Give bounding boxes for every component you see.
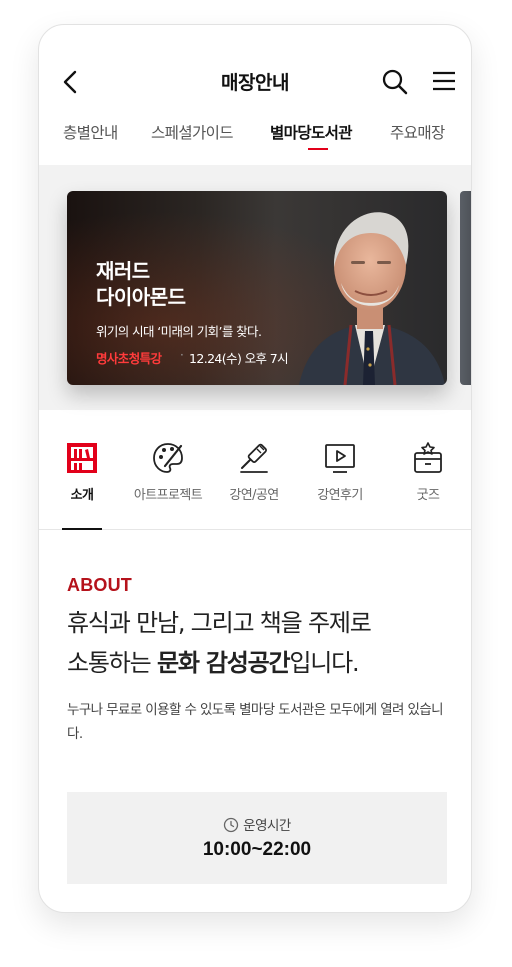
video-play-icon xyxy=(325,444,355,473)
banner-name-line2: 다이아몬드 xyxy=(96,285,186,309)
tab-starfield-library[interactable]: 별마당도서관 xyxy=(270,121,353,143)
search-button[interactable] xyxy=(381,68,409,96)
about-headline-line2: 소통하는 문화 감성공간입니다. xyxy=(67,643,360,678)
operating-hours-label: 운영시간 xyxy=(243,818,291,834)
goods-box-icon xyxy=(414,442,442,473)
operating-hours-label-row: 운영시간 xyxy=(67,814,447,834)
banner-speaker-name: 재러드 다이아몬드 xyxy=(96,258,296,310)
menu-tab-goods[interactable]: 굿즈 xyxy=(385,440,471,503)
menu-tab-lecture-performance[interactable]: 강연/공연 xyxy=(211,440,297,503)
tab-bar: 층별안내 스페셜가이드 별마당도서관 주요매장 xyxy=(39,121,471,165)
banner-category-tag: 명사초청특강 xyxy=(96,351,162,366)
microphone-icon xyxy=(240,443,268,473)
menu-tab-goods-label: 굿즈 xyxy=(416,488,440,503)
header: 매장안내 층별안내 스페셜가이드 별마당도서관 주요매장 xyxy=(39,25,471,165)
banner-carousel[interactable]: 재러드 다이아몬드 위기의 시대 ‘미래의 기회’를 찾다. 명사초청특강 · … xyxy=(39,165,471,410)
palette-icon xyxy=(153,443,183,473)
hamburger-menu-icon xyxy=(433,71,455,91)
menu-tab-lecture-performance-label: 강연/공연 xyxy=(229,488,279,503)
about-description: 누구나 무료로 이용할 수 있도록 별마당 도서관은 모두에게 열려 있습니다. xyxy=(67,702,444,742)
tab-main-stores[interactable]: 주요매장 xyxy=(390,121,445,143)
banner-date: 12.24(수) 오후 7시 xyxy=(189,351,289,366)
operating-hours-box: 운영시간 10:00~22:00 xyxy=(67,792,447,884)
about-line2-post: 입니다. xyxy=(289,649,359,677)
clock-icon xyxy=(224,817,239,833)
banner-slide[interactable]: 재러드 다이아몬드 위기의 시대 ‘미래의 기회’를 찾다. 명사초청특강 · … xyxy=(67,191,447,385)
tab-floor-guide[interactable]: 층별안내 xyxy=(63,121,118,143)
operating-hours-value: 10:00~22:00 xyxy=(202,839,312,860)
menu-button[interactable] xyxy=(431,70,457,92)
about-heading: ABOUT xyxy=(67,575,132,595)
about-line2-emphasis: 문화 감성공간 xyxy=(156,649,291,677)
menu-tab-intro-label: 소개 xyxy=(70,488,94,503)
menu-tab-lecture-review[interactable]: 강연후기 xyxy=(297,440,383,503)
about-line2-pre: 소통하는 xyxy=(67,649,157,677)
about-headline-line1: 휴식과 만남, 그리고 책을 주제로 xyxy=(67,609,372,637)
menu-tab-intro[interactable]: 소개 xyxy=(39,440,125,503)
banner-subtitle: 위기의 시대 ‘미래의 기회’를 찾다. xyxy=(96,324,262,339)
phone-frame: 매장안내 층별안내 스페셜가이드 별마당도서관 주요매장 재러드 다이아몬드 위… xyxy=(38,24,472,913)
library-menu-tabs: 소개 아트프로젝트 강연/공연 강연후기 굿즈 xyxy=(39,410,471,530)
active-menu-tab-indicator xyxy=(62,528,102,530)
banner-separator: · xyxy=(180,348,184,362)
speaker-photo xyxy=(299,212,445,385)
search-icon xyxy=(382,69,408,95)
menu-tab-art-project-label: 아트프로젝트 xyxy=(133,488,203,503)
active-tab-indicator xyxy=(308,148,328,150)
next-banner-peek[interactable] xyxy=(460,191,471,385)
bookshelf-icon xyxy=(67,443,97,473)
menu-tab-lecture-review-label: 강연후기 xyxy=(317,488,363,503)
banner-name-line1: 재러드 xyxy=(96,259,150,283)
tab-special-guide[interactable]: 스페셜가이드 xyxy=(151,121,234,143)
menu-tab-art-project[interactable]: 아트프로젝트 xyxy=(125,440,211,503)
